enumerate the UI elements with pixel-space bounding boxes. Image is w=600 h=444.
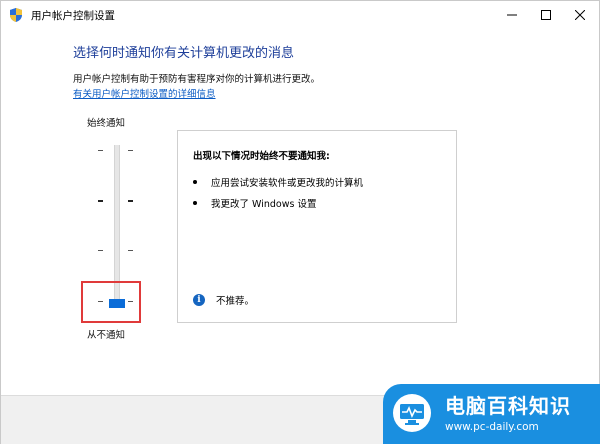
- level-description-panel: 出现以下情况时始终不要通知我: 应用尝试安装软件或更改我的计算机 我更改了 Wi…: [177, 130, 457, 323]
- maximize-button[interactable]: [529, 1, 563, 29]
- slider-tick: [128, 250, 133, 251]
- slider-tick: [98, 200, 103, 202]
- minimize-button[interactable]: [495, 1, 529, 29]
- panel-title: 出现以下情况时始终不要通知我:: [193, 151, 330, 162]
- watermark-url: www.pc-daily.com: [445, 421, 539, 433]
- uac-details-link[interactable]: 有关用户帐户控制设置的详细信息: [73, 86, 216, 100]
- close-button[interactable]: [563, 1, 597, 29]
- slider-tick: [128, 150, 133, 151]
- slider-tick: [98, 250, 103, 251]
- uac-shield-icon: [10, 8, 22, 22]
- slider-tick: [98, 150, 103, 151]
- red-highlight-box: [81, 281, 141, 323]
- slider-bottom-label: 从不通知: [87, 330, 126, 341]
- maximize-icon: [541, 10, 551, 20]
- monitor-pulse-icon: [393, 394, 431, 432]
- close-icon: [575, 10, 585, 20]
- slider-top-label: 始终通知: [87, 118, 126, 129]
- list-item-text: 应用尝试安装软件或更改我的计算机: [211, 178, 364, 189]
- window-title: 用户帐户控制设置: [31, 10, 115, 22]
- list-item-text: 我更改了 Windows 设置: [211, 199, 317, 210]
- list-item: 应用尝试安装软件或更改我的计算机: [193, 175, 363, 189]
- page-heading: 选择何时通知你有关计算机更改的消息: [73, 46, 295, 61]
- site-watermark: 电脑百科知识 www.pc-daily.com: [383, 384, 600, 444]
- page-description: 用户帐户控制有助于预防有害程序对你的计算机进行更改。: [73, 74, 321, 85]
- bullet-icon: [193, 201, 197, 205]
- slider-tick: [128, 200, 133, 202]
- info-circle-icon: i: [193, 294, 205, 306]
- list-item: 我更改了 Windows 设置: [193, 196, 316, 210]
- note-text: 不推荐。: [216, 296, 255, 307]
- recommendation-note: i 不推荐。: [193, 293, 254, 307]
- title-bar[interactable]: 用户帐户控制设置: [1, 1, 599, 29]
- bullet-icon: [193, 180, 197, 184]
- watermark-brand: 电脑百科知识: [445, 394, 571, 418]
- minimize-icon: [507, 14, 517, 16]
- uac-settings-window: 用户帐户控制设置 选择何时通知你有关计算机更改的消息 用户帐户控制有助于预防有害…: [0, 0, 600, 444]
